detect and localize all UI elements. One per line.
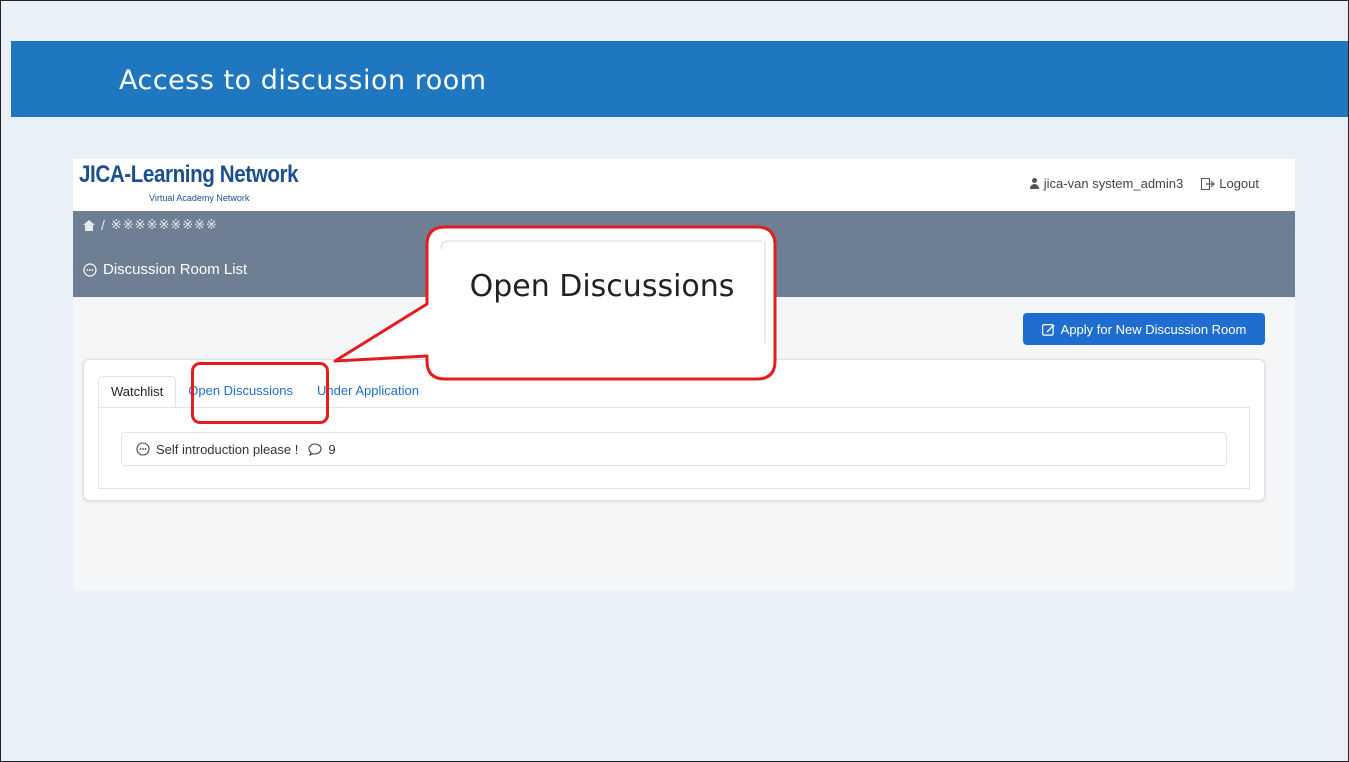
breadcrumb-separator: / bbox=[101, 217, 105, 233]
apply-new-room-button[interactable]: Apply for New Discussion Room bbox=[1023, 313, 1265, 345]
logout-icon[interactable] bbox=[1201, 177, 1216, 190]
user-menu: jica-van system_admin3 Logout bbox=[1029, 176, 1259, 191]
comment-icon bbox=[308, 442, 322, 456]
tab-highlight-box bbox=[191, 362, 329, 424]
page-title: Discussion Room List bbox=[83, 261, 247, 278]
logo-subtitle: Virtual Academy Network bbox=[149, 193, 250, 203]
app-header: JICA-Learning Network Virtual Academy Ne… bbox=[73, 159, 1295, 211]
slide: Access to discussion room JICA-Learning … bbox=[0, 0, 1349, 762]
page-title-text: Discussion Room List bbox=[103, 261, 248, 278]
discussion-title[interactable]: Self introduction please ! bbox=[156, 442, 298, 457]
edit-icon bbox=[1041, 323, 1055, 336]
logout-link[interactable]: Logout bbox=[1219, 176, 1259, 191]
discussion-item[interactable]: Self introduction please ! 9 bbox=[121, 432, 1227, 466]
home-icon[interactable] bbox=[83, 219, 95, 231]
comment-count: 9 bbox=[328, 441, 336, 457]
logo-title[interactable]: JICA-Learning Network bbox=[79, 161, 299, 189]
breadcrumb-current: ※※※※※※※※※ bbox=[110, 217, 218, 233]
tab-watchlist[interactable]: Watchlist bbox=[98, 376, 177, 408]
chat-bubble-icon bbox=[136, 442, 150, 456]
slide-title: Access to discussion room bbox=[119, 65, 487, 96]
user-icon bbox=[1029, 178, 1040, 189]
apply-new-room-label: Apply for New Discussion Room bbox=[1060, 321, 1247, 337]
slide-banner: Access to discussion room bbox=[11, 41, 1348, 117]
breadcrumb: / ※※※※※※※※※ bbox=[83, 217, 218, 233]
user-name[interactable]: jica-van system_admin3 bbox=[1044, 176, 1183, 191]
callout-label: Open Discussions bbox=[469, 269, 735, 304]
chat-bubble-icon bbox=[83, 262, 97, 277]
